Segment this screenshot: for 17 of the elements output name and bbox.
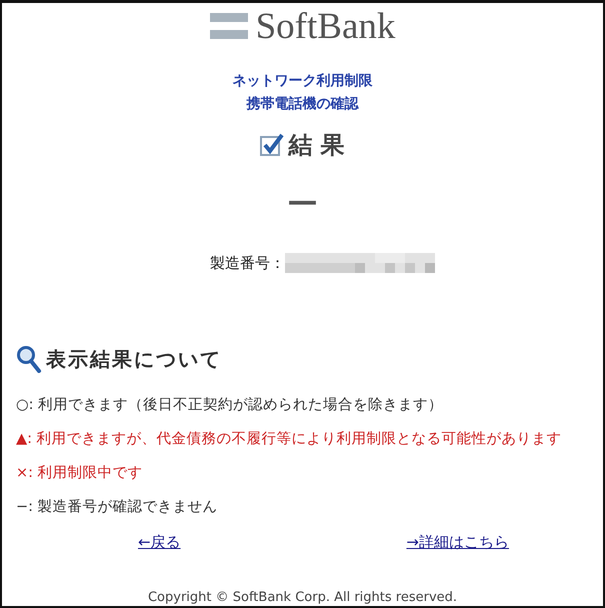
legend-heading: 表示結果について xyxy=(46,346,222,372)
result-heading: 結 果 xyxy=(288,130,345,161)
checkbox-icon xyxy=(260,133,284,157)
legend-item: −: 製造番号が確認できません xyxy=(16,498,219,517)
page-title: ネットワーク利用制限 xyxy=(232,72,372,91)
copyright-text: Copyright © SoftBank Corp. All rights reserved. xyxy=(148,590,458,605)
legend-item: ○: 利用できます（後日不正契約が認められた場合を除きます） xyxy=(16,396,444,415)
legend-item: ×: 利用制限中です xyxy=(16,464,144,483)
page-title: 携帯電話機の確認 xyxy=(246,95,358,114)
result-value: — xyxy=(288,187,318,217)
search-icon xyxy=(16,345,42,373)
serial-label: 製造番号： xyxy=(210,254,285,272)
nav-link[interactable]: →詳細はこちら xyxy=(406,533,509,552)
logo-text: SoftBank xyxy=(256,8,396,44)
legend-item: ▲: 利用できますが、代金債務の不履行等により利用制限となる可能性があります xyxy=(16,430,563,449)
nav-link[interactable]: ←戻る xyxy=(138,533,181,552)
logo-bars-icon xyxy=(210,11,248,41)
